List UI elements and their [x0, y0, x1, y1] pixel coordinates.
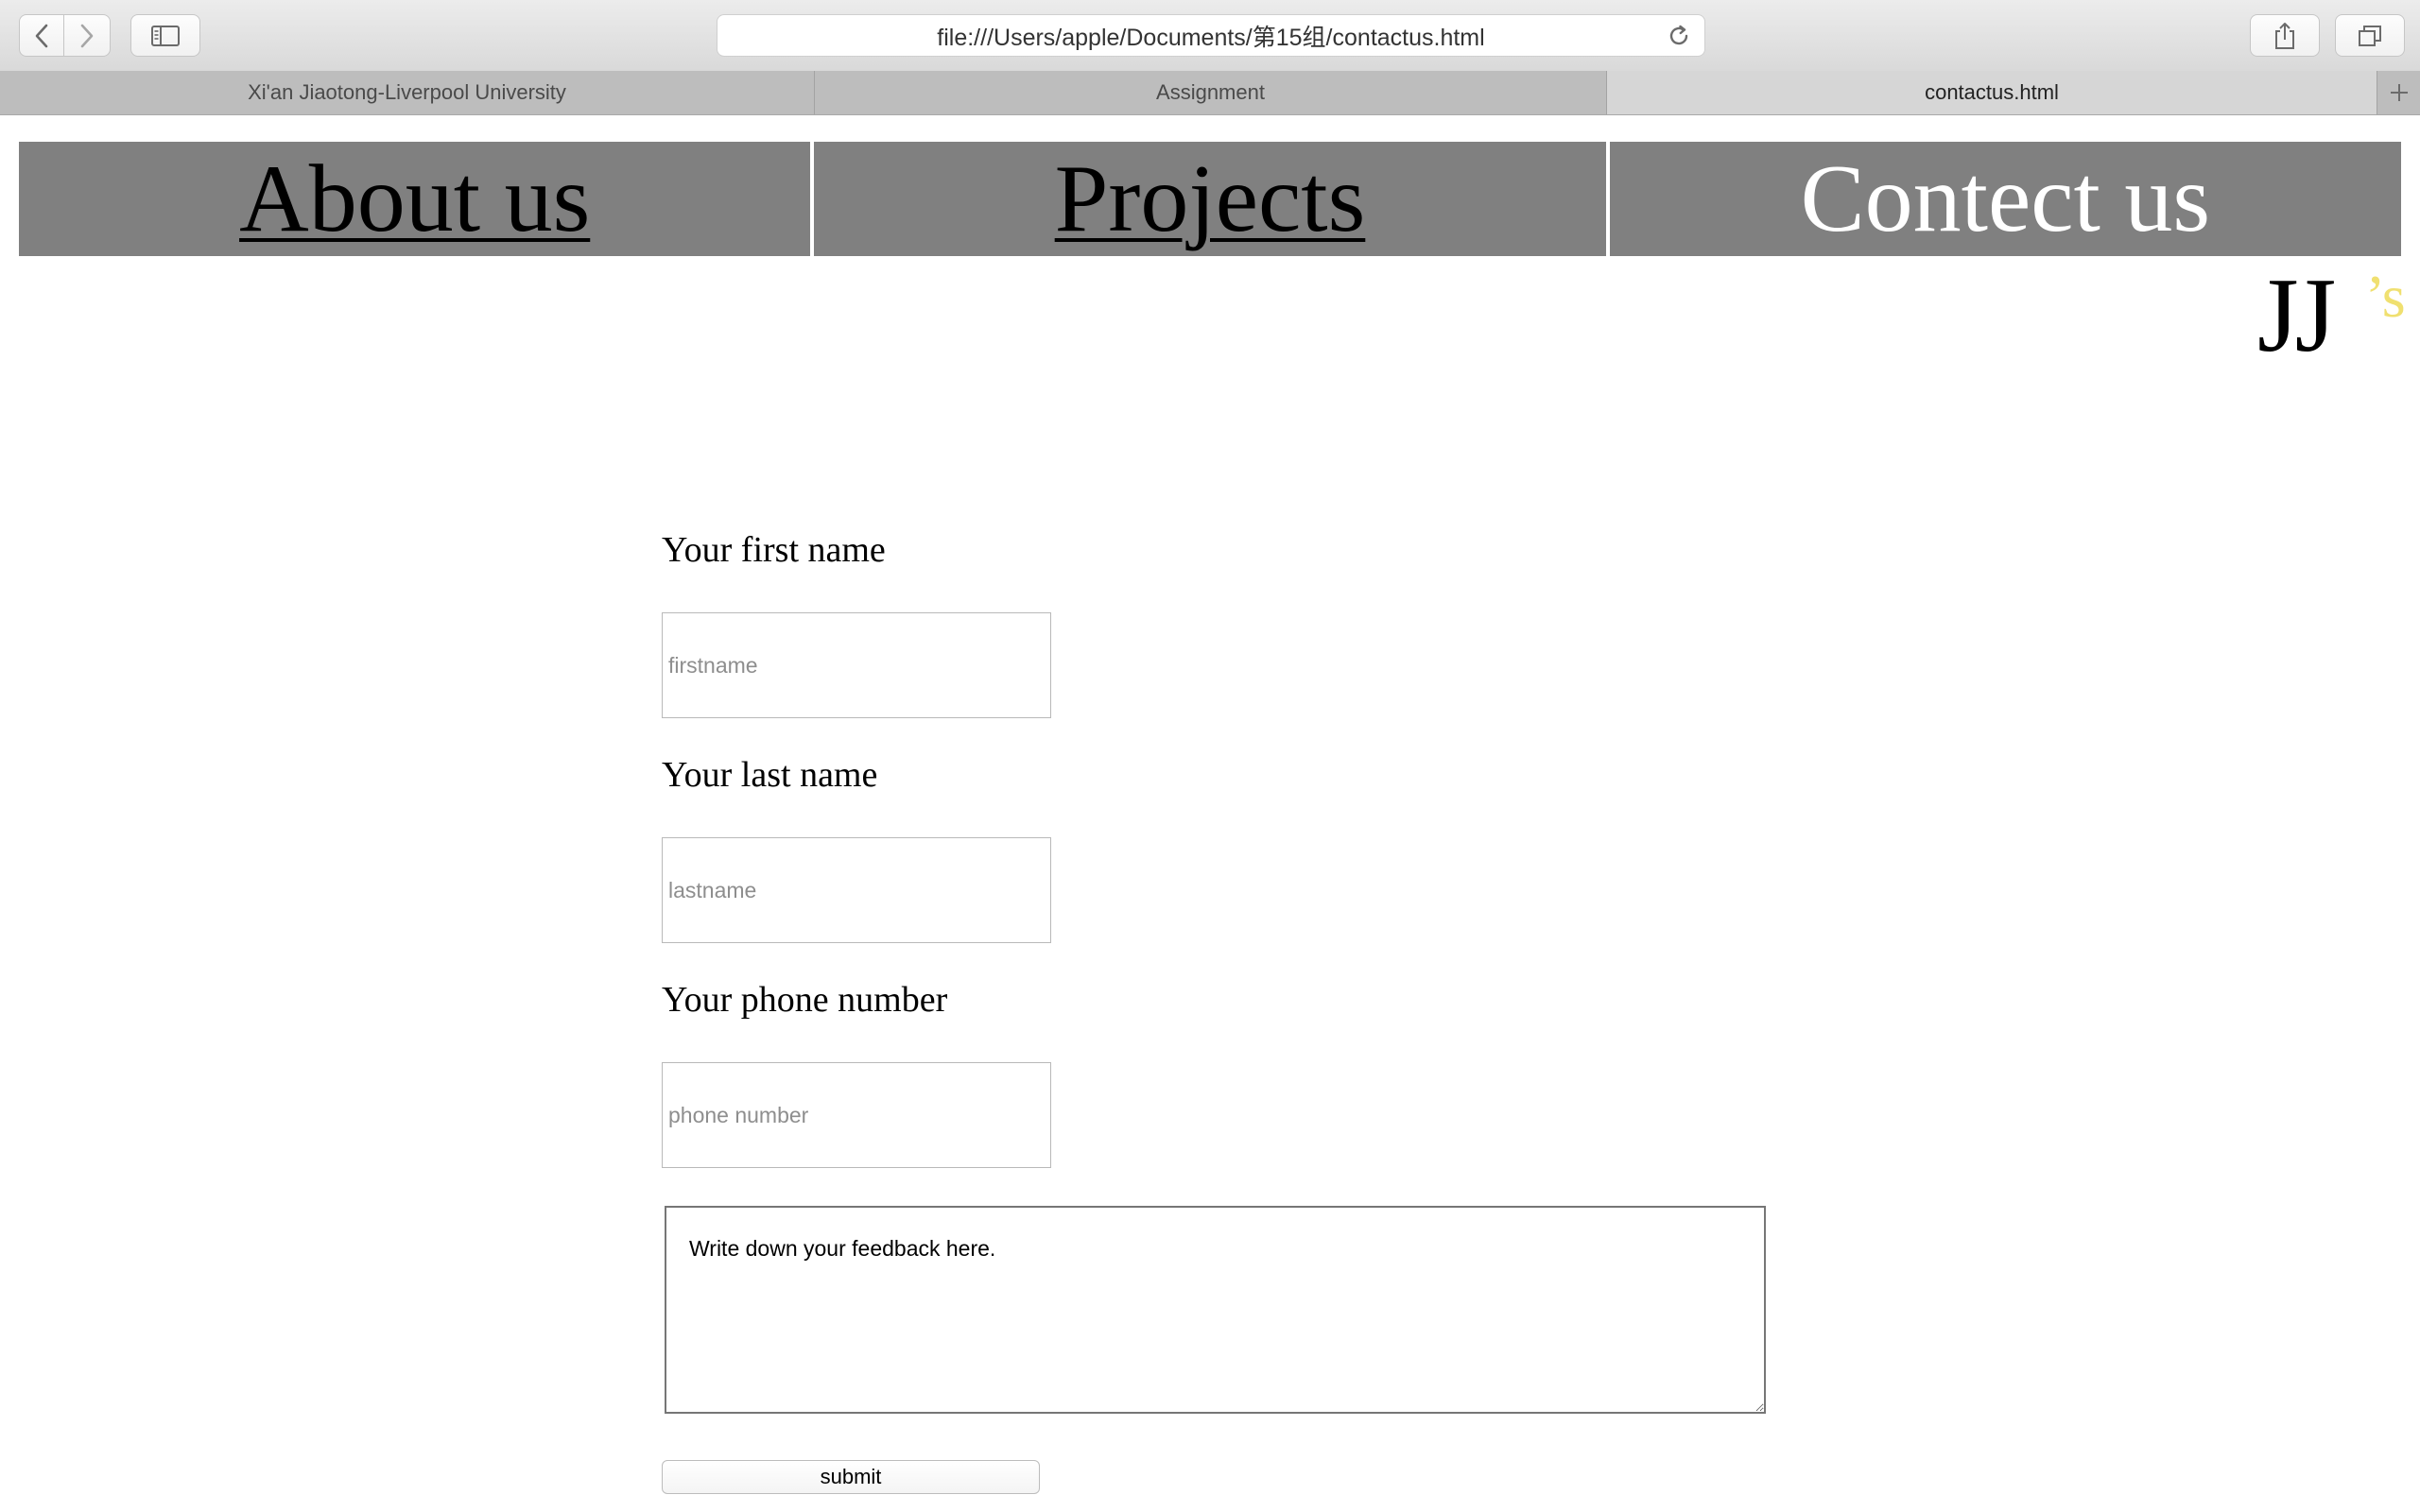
new-tab-button[interactable]: [2377, 71, 2420, 114]
forward-icon: [80, 24, 94, 47]
site-nav: About us Projects Contect us: [19, 142, 2401, 256]
plus-icon: [2390, 84, 2408, 101]
browser-toolbar: file:///Users/apple/Documents/第15组/conta…: [0, 0, 2420, 72]
feedback-textarea[interactable]: Write down your feedback here.: [665, 1206, 1766, 1414]
tab-label: contactus.html: [1925, 80, 2059, 104]
last-name-label: Your last name: [662, 755, 878, 795]
submit-button[interactable]: submit: [662, 1460, 1040, 1494]
nav-projects[interactable]: Projects: [814, 142, 1606, 256]
tab-label: Xi'an Jiaotong-Liverpool University: [248, 80, 566, 104]
share-button[interactable]: [2250, 14, 2320, 57]
tabs-overview-button[interactable]: [2335, 14, 2405, 57]
nav-contact-us[interactable]: Contect us: [1609, 142, 2401, 256]
first-name-label: Your first name: [662, 530, 886, 570]
back-icon: [35, 24, 48, 47]
forward-button[interactable]: [63, 14, 111, 57]
tab-xjtlu[interactable]: Xi'an Jiaotong-Liverpool University: [0, 71, 815, 114]
tab-bar: Xi'an Jiaotong-Liverpool University Assi…: [0, 71, 2420, 115]
url-text: file:///Users/apple/Documents/第15组/conta…: [937, 24, 1485, 51]
sidebar-icon: [151, 25, 180, 46]
tab-label: Assignment: [1156, 80, 1265, 104]
phone-label: Your phone number: [662, 980, 948, 1020]
first-name-input[interactable]: [662, 612, 1051, 718]
last-name-input[interactable]: [662, 837, 1051, 943]
logo-suffix: ’s: [2365, 263, 2406, 330]
logo-main: JJ: [2257, 257, 2336, 374]
nav-about-us[interactable]: About us: [19, 142, 811, 256]
sidebar-button[interactable]: [130, 14, 200, 57]
site-logo: JJ’s: [2257, 263, 2406, 369]
share-icon: [2275, 22, 2294, 49]
back-button[interactable]: [19, 14, 64, 57]
reload-icon[interactable]: [1667, 24, 1691, 48]
phone-input[interactable]: [662, 1062, 1051, 1168]
address-bar[interactable]: file:///Users/apple/Documents/第15组/conta…: [717, 14, 1705, 57]
tab-assignment[interactable]: Assignment: [815, 71, 1607, 114]
tabs-overview-icon: [2359, 25, 2381, 46]
tab-contactus[interactable]: contactus.html: [1607, 71, 2377, 114]
